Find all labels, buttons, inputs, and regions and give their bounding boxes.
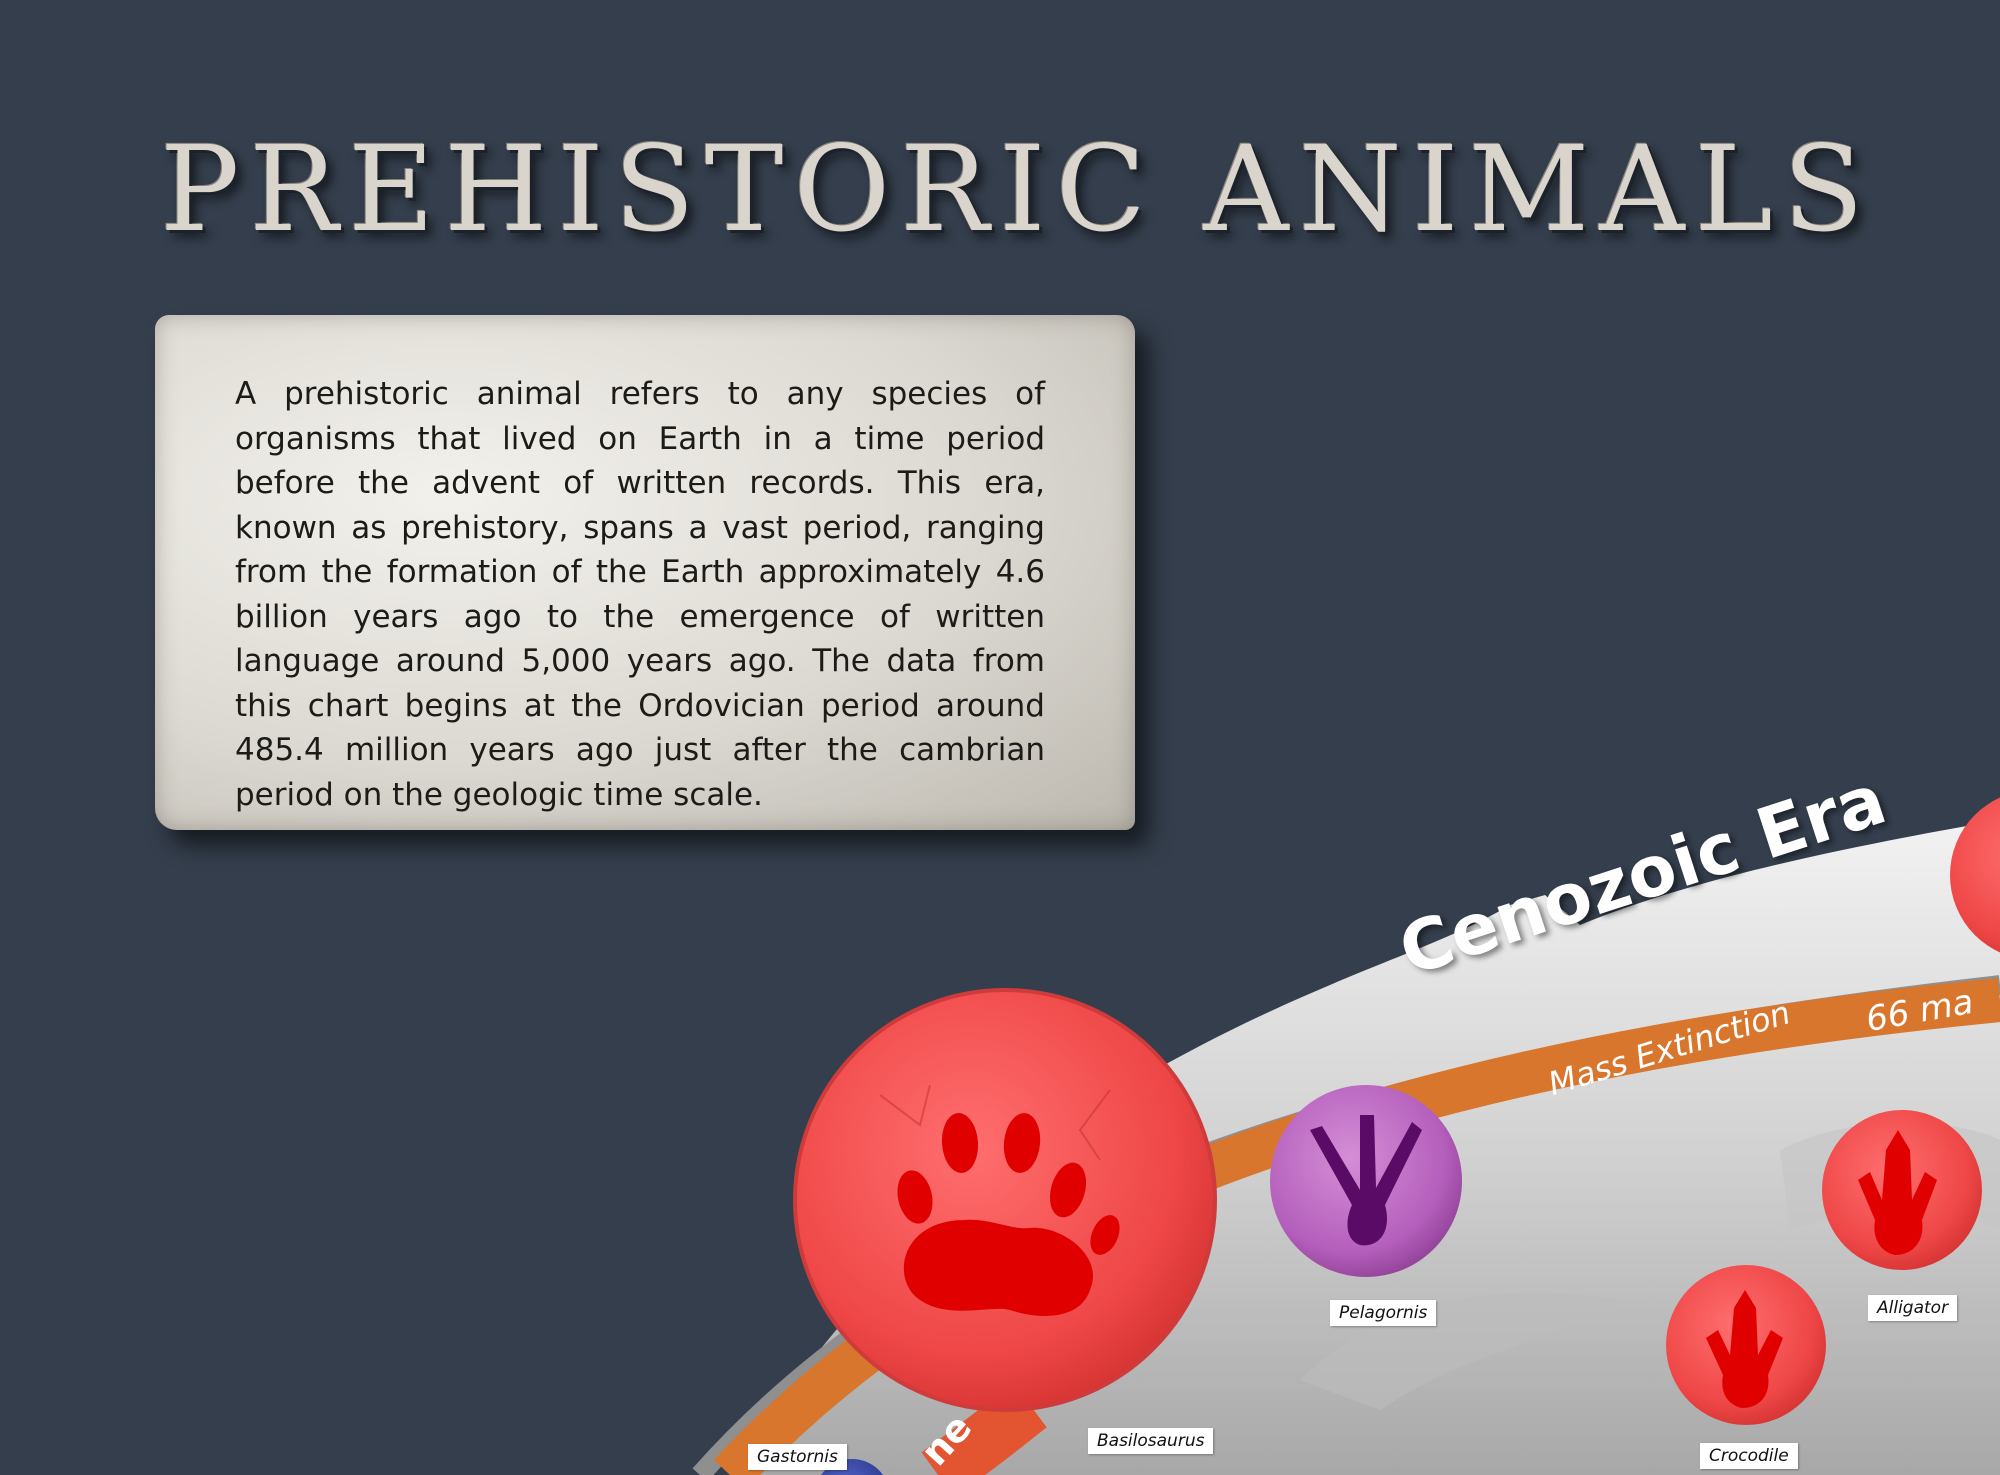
animal-label-gastornis: Gastornis <box>748 1444 847 1470</box>
animal-label-crocodile: Crocodile <box>1700 1443 1798 1469</box>
animal-label-pelagornis: Pelagornis <box>1330 1300 1437 1326</box>
animal-label-alligator: Alligator <box>1868 1295 1958 1321</box>
animal-label-basilosaurus: Basilosaurus <box>1088 1428 1214 1454</box>
timeline-mountain <box>692 797 2000 1475</box>
animal-circle-basilosaurus <box>793 988 1217 1412</box>
